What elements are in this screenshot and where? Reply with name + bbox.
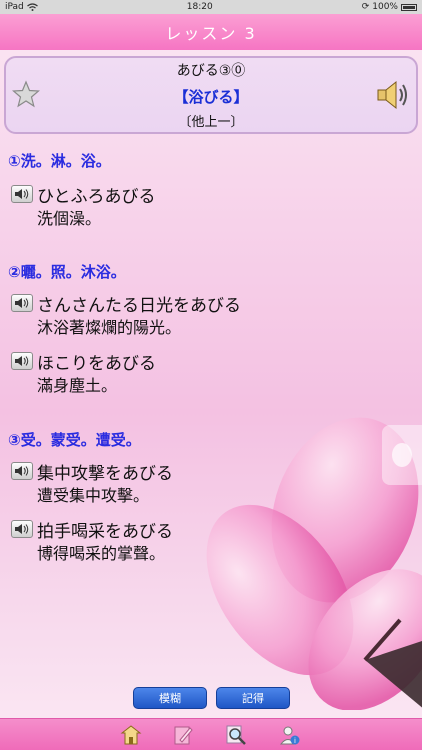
status-left: iPad <box>5 2 38 12</box>
device-name: iPad <box>5 2 24 12</box>
word-verb-type: 〔他上一〕 <box>178 115 244 130</box>
remember-button[interactable]: 記得 <box>216 687 290 709</box>
meaning-heading-2: ②曬。照。沐浴。 <box>8 263 126 281</box>
battery-text: 100% <box>372 2 398 12</box>
svg-text:i: i <box>294 737 296 745</box>
play-audio-button[interactable] <box>11 352 33 370</box>
play-audio-button[interactable] <box>11 294 33 312</box>
speaker-icon <box>15 298 29 308</box>
speaker-icon <box>15 356 29 366</box>
example-chinese: 沐浴著燦爛的陽光。 <box>37 318 182 337</box>
meaning-heading-1: ①洗。淋。浴。 <box>8 152 111 170</box>
word-kanji: 【浴びる】 <box>173 88 249 106</box>
tab-home[interactable] <box>118 722 144 748</box>
example-chinese: 洗個澡。 <box>37 209 102 228</box>
edit-icon <box>174 726 193 745</box>
example-1-1: ひとふろあびる 洗個澡。 <box>11 181 156 231</box>
status-time: 18:20 <box>186 2 213 12</box>
tab-info[interactable]: i <box>277 722 303 748</box>
home-icon <box>120 725 142 745</box>
user-info-icon: i <box>279 726 300 745</box>
play-audio-button[interactable] <box>11 185 33 203</box>
tab-bar: i <box>0 718 422 750</box>
example-japanese: ひとふろあびる <box>37 186 156 207</box>
side-drawer-handle[interactable] <box>382 425 422 485</box>
example-3-2: 拍手喝采をあびる 博得喝采的掌聲。 <box>11 516 173 566</box>
search-icon <box>226 725 246 745</box>
status-bar: iPad 18:20 ⟳ 100% <box>0 0 422 14</box>
example-row: 集中攻撃をあびる <box>11 458 173 484</box>
speaker-icon <box>15 189 29 199</box>
example-row: ほこりをあびる <box>11 348 156 374</box>
play-audio-button[interactable] <box>11 462 33 480</box>
example-chinese: 博得喝采的掌聲。 <box>37 544 166 563</box>
example-chinese: 滿身塵土。 <box>37 376 118 395</box>
example-3-1: 集中攻撃をあびる 遭受集中攻擊。 <box>11 458 173 508</box>
speaker-icon <box>15 466 29 476</box>
tab-search[interactable] <box>223 722 249 748</box>
tab-edit[interactable] <box>170 722 196 748</box>
nav-bar: レッスン 3 <box>0 14 422 50</box>
example-2-2: ほこりをあびる 滿身塵土。 <box>11 348 156 398</box>
play-audio-button[interactable] <box>11 520 33 538</box>
wifi-icon <box>26 3 38 11</box>
status-right: ⟳ 100% <box>362 2 417 12</box>
example-japanese: ほこりをあびる <box>37 353 156 374</box>
speaker-icon[interactable] <box>376 78 410 112</box>
battery-icon <box>400 3 417 11</box>
example-japanese: さんさんたる日光をあびる <box>37 295 241 316</box>
nav-title: レッスン 3 <box>165 24 257 43</box>
speaker-icon <box>15 524 29 534</box>
example-japanese: 拍手喝采をあびる <box>37 521 173 542</box>
example-japanese: 集中攻撃をあびる <box>37 463 173 484</box>
example-row: 拍手喝采をあびる <box>11 516 173 542</box>
meaning-heading-3: ③受。蒙受。遭受。 <box>8 431 141 449</box>
word-reading: あびる③⓪ <box>176 63 246 79</box>
word-card: あびる③⓪ 【浴びる】 〔他上一〕 <box>4 56 418 134</box>
vague-button[interactable]: 模糊 <box>133 687 207 709</box>
example-row: ひとふろあびる <box>11 181 156 207</box>
example-chinese: 遭受集中攻擊。 <box>37 486 150 505</box>
example-row: さんさんたる日光をあびる <box>11 290 241 316</box>
lock-rotation-icon: ⟳ <box>361 2 370 12</box>
example-2-1: さんさんたる日光をあびる 沐浴著燦爛的陽光。 <box>11 290 241 340</box>
